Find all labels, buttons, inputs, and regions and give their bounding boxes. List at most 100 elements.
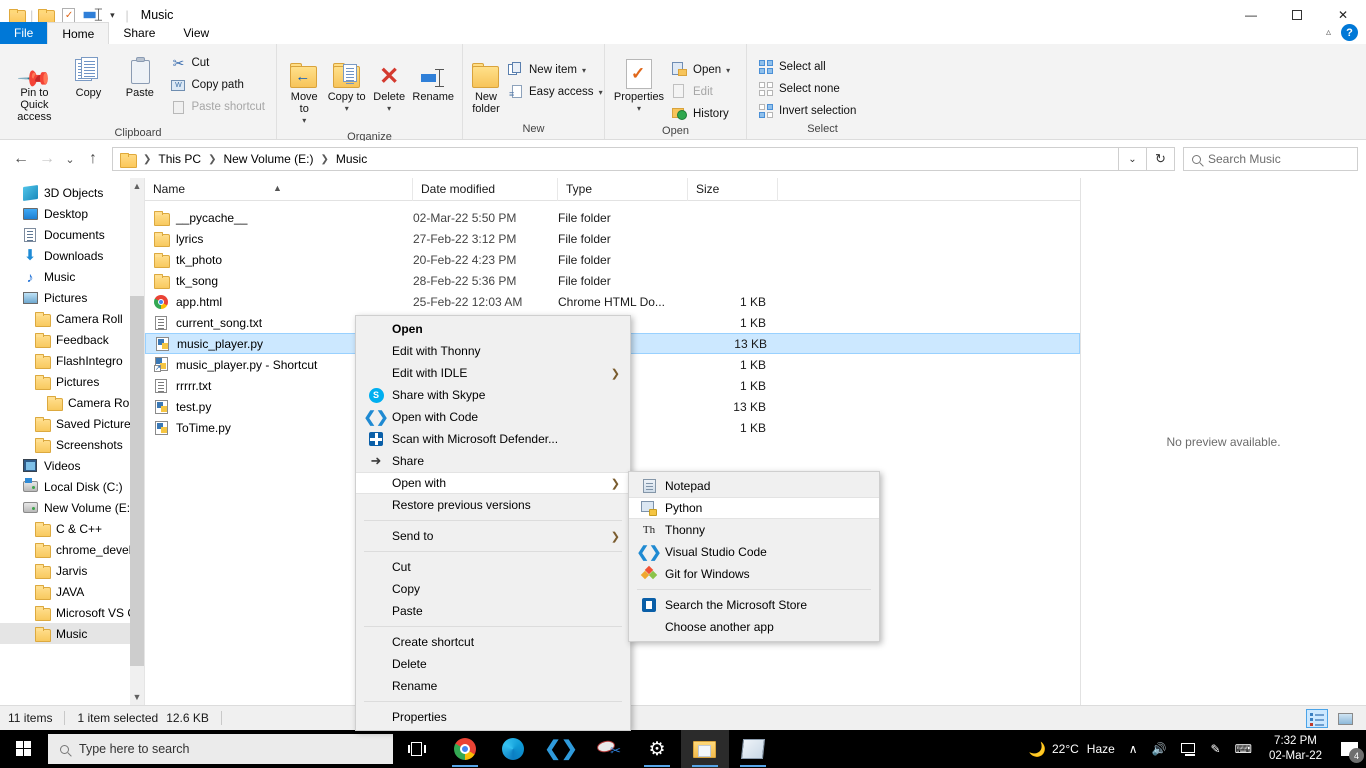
address-bar[interactable]: ❯ This PC ❯ New Volume (E:) ❯ Music bbox=[112, 147, 1119, 171]
menu-item-open[interactable]: Open bbox=[356, 318, 630, 340]
clock[interactable]: 7:32 PM 02-Mar-22 bbox=[1259, 734, 1332, 764]
sidebar-item-camera-roll[interactable]: Camera Roll bbox=[0, 392, 144, 413]
sidebar-item-c-c[interactable]: C & C++ bbox=[0, 518, 144, 539]
table-row[interactable]: __pycache__ 02-Mar-22 5:50 PM File folder bbox=[145, 207, 1080, 228]
menu-item-edit-with-thonny[interactable]: Edit with Thonny bbox=[356, 340, 630, 362]
menu-item-delete[interactable]: Delete bbox=[356, 653, 630, 675]
taskbar-chrome[interactable] bbox=[441, 730, 489, 768]
menu-item-cut[interactable]: Cut bbox=[356, 556, 630, 578]
breadcrumb-music[interactable]: Music bbox=[331, 148, 372, 170]
menu-item-open-with[interactable]: Open with ❯ bbox=[356, 472, 630, 494]
menu-item-scan-with-microsoft-defender[interactable]: Scan with Microsoft Defender... bbox=[356, 428, 630, 450]
submenu-item-notepad[interactable]: Notepad bbox=[629, 475, 879, 497]
notification-center-button[interactable]: 4 bbox=[1332, 730, 1366, 768]
network-icon[interactable] bbox=[1174, 730, 1204, 768]
submenu-item-git-for-windows[interactable]: Git for Windows bbox=[629, 563, 879, 585]
submenu-item-choose-another-app[interactable]: Choose another app bbox=[629, 616, 879, 638]
sidebar-item-music[interactable]: ♪ Music bbox=[0, 266, 144, 287]
chevron-down-icon[interactable]: ▾ bbox=[387, 103, 391, 115]
sidebar-item-3d-objects[interactable]: 3D Objects bbox=[0, 182, 144, 203]
taskbar-vscode[interactable]: ❮❯ bbox=[537, 730, 585, 768]
column-header-date-modified[interactable]: Date modified bbox=[413, 177, 558, 201]
sidebar-item-screenshots[interactable]: Screenshots bbox=[0, 434, 144, 455]
taskbar-file-explorer[interactable] bbox=[681, 730, 729, 768]
sidebar-item-microsoft-vs-co[interactable]: Microsoft VS Co bbox=[0, 602, 144, 623]
table-row[interactable]: tk_song 28-Feb-22 5:36 PM File folder bbox=[145, 270, 1080, 291]
sidebar-item-local-disk-c[interactable]: Local Disk (C:) bbox=[0, 476, 144, 497]
thumbnail-view-button[interactable] bbox=[1334, 709, 1356, 728]
taskbar-snip-sketch[interactable]: ✂ bbox=[585, 730, 633, 768]
properties-button[interactable]: ✓ Properties ▾ bbox=[611, 53, 667, 119]
table-row[interactable]: tk_photo 20-Feb-22 4:23 PM File folder bbox=[145, 249, 1080, 270]
breadcrumb-separator[interactable]: ❯ bbox=[206, 154, 218, 165]
table-row[interactable]: app.html 25-Feb-22 12:03 AM Chrome HTML Do… bbox=[145, 291, 1080, 312]
table-row[interactable]: lyrics 27-Feb-22 3:12 PM File folder bbox=[145, 228, 1080, 249]
recent-locations-button[interactable]: ⌄ bbox=[60, 146, 80, 172]
copy-to-button[interactable]: Copy to ▾ bbox=[325, 53, 367, 119]
sidebar-item-videos[interactable]: Videos bbox=[0, 455, 144, 476]
details-view-button[interactable] bbox=[1306, 709, 1328, 728]
menu-item-open-with-code[interactable]: ❮❯ Open with Code bbox=[356, 406, 630, 428]
chevron-down-icon[interactable]: ▾ bbox=[302, 115, 306, 127]
sidebar-item-flashintegro[interactable]: FlashIntegro bbox=[0, 350, 144, 371]
weather-widget[interactable]: 🌙 22°C Haze bbox=[1022, 730, 1122, 768]
start-button[interactable] bbox=[0, 730, 48, 768]
taskbar-onenote[interactable] bbox=[729, 730, 777, 768]
submenu-item-python[interactable]: Python bbox=[629, 497, 879, 519]
breadcrumb-new-volume[interactable]: New Volume (E:) bbox=[218, 148, 318, 170]
tab-view[interactable]: View bbox=[169, 22, 223, 44]
delete-button[interactable]: ✕ Delete ▾ bbox=[368, 53, 410, 119]
taskbar-search-box[interactable]: Type here to search bbox=[48, 734, 393, 764]
history-button[interactable]: History bbox=[667, 103, 735, 125]
new-item-button[interactable]: New item ▾ bbox=[503, 59, 608, 81]
taskbar-edge[interactable] bbox=[489, 730, 537, 768]
select-all-button[interactable]: Select all bbox=[753, 56, 861, 78]
chevron-down-icon[interactable]: ▾ bbox=[726, 66, 730, 75]
submenu-item-thonny[interactable]: Th Thonny bbox=[629, 519, 879, 541]
keyboard-icon[interactable]: ⌨ bbox=[1228, 730, 1259, 768]
pen-icon[interactable]: ✎ bbox=[1204, 730, 1228, 768]
nav-scrollbar[interactable]: ▲ ▼ bbox=[130, 178, 144, 705]
select-none-button[interactable]: Select none bbox=[753, 78, 861, 100]
menu-item-create-shortcut[interactable]: Create shortcut bbox=[356, 631, 630, 653]
menu-item-restore-previous-versions[interactable]: Restore previous versions bbox=[356, 494, 630, 516]
sidebar-item-downloads[interactable]: ⬇ Downloads bbox=[0, 245, 144, 266]
scroll-up-icon[interactable]: ▲ bbox=[130, 178, 144, 194]
menu-item-send-to[interactable]: Send to ❯ bbox=[356, 525, 630, 547]
chevron-down-icon[interactable]: ▾ bbox=[637, 103, 641, 115]
sidebar-item-chrome-develo[interactable]: chrome_develo bbox=[0, 539, 144, 560]
new-folder-button[interactable]: New folder bbox=[469, 53, 503, 119]
chevron-down-icon[interactable]: ▾ bbox=[345, 103, 349, 115]
sidebar-item-java[interactable]: JAVA bbox=[0, 581, 144, 602]
sidebar-item-new-volume-e[interactable]: New Volume (E:) bbox=[0, 497, 144, 518]
taskbar-settings[interactable]: ⚙ bbox=[633, 730, 681, 768]
sidebar-item-camera-roll[interactable]: Camera Roll bbox=[0, 308, 144, 329]
sidebar-item-feedback[interactable]: Feedback bbox=[0, 329, 144, 350]
move-to-button[interactable]: ← Move to ▾ bbox=[283, 53, 325, 131]
easy-access-button[interactable]: ≡ Easy access ▾ bbox=[503, 81, 608, 103]
menu-item-share-with-skype[interactable]: S Share with Skype bbox=[356, 384, 630, 406]
pin-to-quick-access-button[interactable]: 📌 Pin to Quick access bbox=[6, 49, 63, 127]
column-header-name[interactable]: Name ▲ bbox=[145, 177, 413, 201]
sidebar-item-desktop[interactable]: Desktop bbox=[0, 203, 144, 224]
breadcrumb-separator[interactable]: ❯ bbox=[319, 154, 331, 165]
rename-button[interactable]: Rename bbox=[410, 53, 456, 107]
back-button[interactable]: ← bbox=[8, 146, 34, 172]
show-hidden-icons-button[interactable]: ∧ bbox=[1122, 730, 1145, 768]
up-button[interactable]: ↑ bbox=[80, 146, 106, 172]
sidebar-item-jarvis[interactable]: Jarvis bbox=[0, 560, 144, 581]
menu-item-edit-with-idle[interactable]: Edit with IDLE ❯ bbox=[356, 362, 630, 384]
refresh-button[interactable]: ↻ bbox=[1147, 147, 1175, 171]
chevron-down-icon[interactable]: ▾ bbox=[582, 66, 586, 75]
scroll-down-icon[interactable]: ▼ bbox=[130, 689, 144, 705]
task-view-button[interactable] bbox=[393, 730, 441, 768]
menu-item-properties[interactable]: Properties bbox=[356, 706, 630, 728]
tab-share[interactable]: Share bbox=[109, 22, 169, 44]
help-icon[interactable]: ? bbox=[1341, 24, 1358, 41]
chevron-down-icon[interactable]: ▾ bbox=[599, 88, 603, 97]
collapse-ribbon-icon[interactable]: ▵ bbox=[1326, 27, 1331, 38]
column-header-size[interactable]: Size bbox=[688, 177, 778, 201]
column-header-type[interactable]: Type bbox=[558, 177, 688, 201]
breadcrumb-this-pc[interactable]: This PC bbox=[153, 148, 206, 170]
sidebar-item-music[interactable]: Music bbox=[0, 623, 144, 644]
